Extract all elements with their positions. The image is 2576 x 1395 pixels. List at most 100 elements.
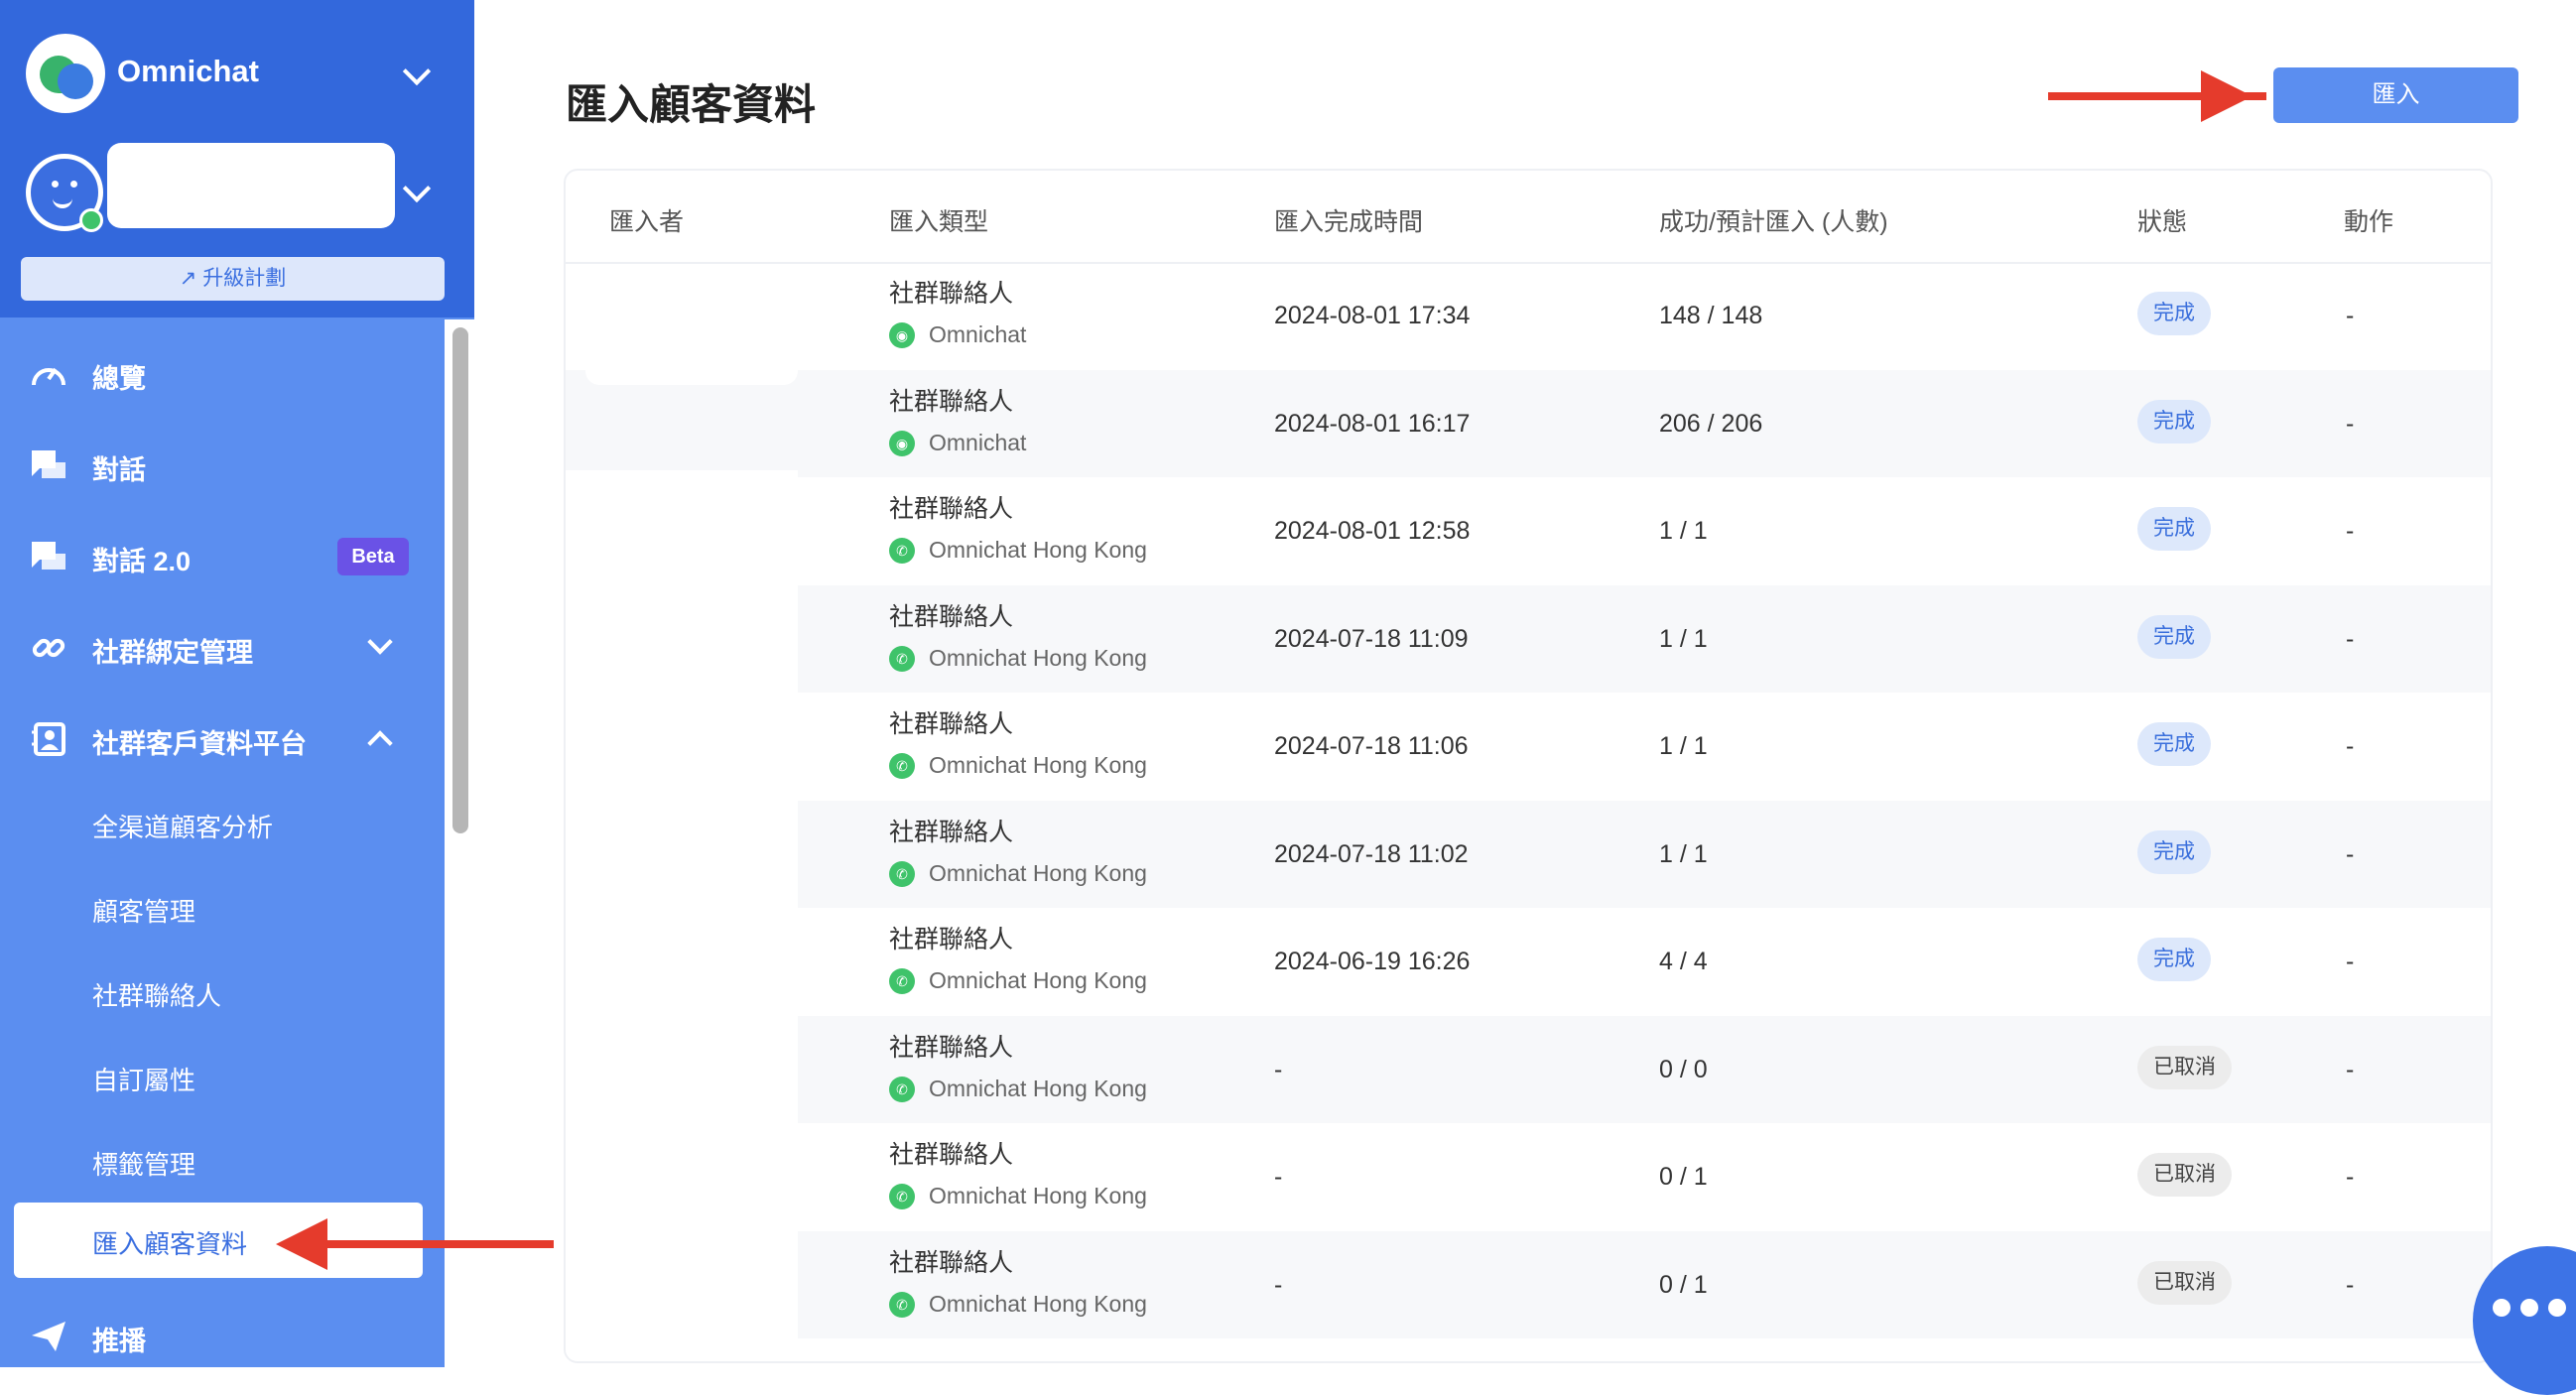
table-header: 匯入者 匯入類型 匯入完成時間 成功/預計匯入 (人數) 狀態 動作 <box>566 171 2491 264</box>
import-count: 0 / 1 <box>1659 1270 1708 1299</box>
sidebar-subitem-label: 顧客管理 <box>92 897 196 927</box>
channel-name: ◉ Omnichat <box>889 430 1026 456</box>
import-type: 社群聯絡人 <box>889 495 1014 523</box>
sidebar-item-chat-2[interactable]: 對話 2.0 Beta <box>0 522 445 591</box>
omnichat-logo <box>26 34 105 113</box>
completion-time: 2024-08-01 17:34 <box>1274 302 1471 329</box>
action-cell: - <box>2346 948 2355 975</box>
table-row: 社群聯絡人 ✆ Omnichat Hong Kong 2024-07-18 11:02… <box>566 800 2491 908</box>
import-type: 社群聯絡人 <box>889 926 1014 953</box>
importer-redacted <box>585 276 798 385</box>
action-cell: - <box>2346 302 2355 329</box>
sidebar-subitem-tag-management[interactable]: 標籤管理 <box>0 1131 445 1191</box>
sidebar-item-label: 推播 <box>92 1327 146 1356</box>
action-cell: - <box>2346 839 2355 868</box>
sidebar-item-broadcast[interactable]: 推播 <box>0 1302 445 1367</box>
completion-time: 2024-08-01 12:58 <box>1274 517 1471 545</box>
line-icon: ◉ <box>889 322 915 348</box>
table-row: 社群聯絡人 ✆ Omnichat Hong Kong - 0 / 0 已取消 - <box>566 1015 2491 1123</box>
import-count: 0 / 1 <box>1659 1163 1708 1191</box>
action-cell: - <box>2346 1055 2355 1083</box>
importer-column-redacted <box>566 470 798 1361</box>
column-header-status: 狀態 <box>2137 208 2188 236</box>
sidebar-subitem-label: 標籤管理 <box>92 1150 196 1180</box>
sidebar-item-social-cdp[interactable]: 社群客戶資料平台 <box>0 704 445 774</box>
import-type: 社群聯絡人 <box>889 1141 1014 1169</box>
import-type: 社群聯絡人 <box>889 387 1014 416</box>
sidebar-item-label: 社群客戶資料平台 <box>92 729 307 759</box>
sidebar-subitem-custom-attributes[interactable]: 自訂屬性 <box>0 1047 445 1106</box>
brand-name[interactable]: Omnichat <box>117 54 259 89</box>
chat-icon <box>30 448 67 482</box>
sidebar-item-label: 對話 <box>92 455 146 485</box>
completion-time: 2024-08-01 16:17 <box>1274 409 1471 438</box>
sidebar-scrollbar[interactable] <box>452 327 468 833</box>
sidebar: Omnichat ↗ 升級計劃 總覽 對話 對話 2.0 Beta 社群綁定管理… <box>0 0 474 1367</box>
sidebar-subitem-omnichannel-analysis[interactable]: 全渠道顧客分析 <box>0 794 445 853</box>
sidebar-item-chat[interactable]: 對話 <box>0 431 445 500</box>
completion-time: 2024-06-19 16:26 <box>1274 948 1471 975</box>
action-cell: - <box>2346 624 2355 653</box>
completion-time: - <box>1274 1163 1283 1191</box>
annotation-arrow <box>327 1240 554 1248</box>
channel-name: ✆ Omnichat Hong Kong <box>889 645 1147 672</box>
status-badge: 完成 <box>2137 614 2211 659</box>
whatsapp-icon: ✆ <box>889 968 915 994</box>
sidebar-item-overview[interactable]: 總覽 <box>0 339 445 409</box>
import-count: 148 / 148 <box>1659 302 1763 329</box>
chevron-down-icon[interactable] <box>402 57 432 86</box>
online-status-icon <box>79 208 103 232</box>
channel-label: Omnichat <box>929 321 1027 347</box>
page-title: 匯入顧客資料 <box>566 81 817 128</box>
annotation-arrow-head <box>2201 70 2253 122</box>
sidebar-subitem-label: 匯入顧客資料 <box>92 1229 248 1259</box>
channel-label: Omnichat Hong Kong <box>929 1183 1147 1208</box>
whatsapp-icon: ✆ <box>889 1184 915 1209</box>
channel-name: ✆ Omnichat Hong Kong <box>889 860 1147 887</box>
sidebar-header: Omnichat ↗ 升級計劃 <box>0 0 474 317</box>
send-icon <box>30 1320 67 1353</box>
line-icon: ◉ <box>889 430 915 456</box>
status-badge: 完成 <box>2137 399 2211 444</box>
import-type: 社群聯絡人 <box>889 1248 1014 1277</box>
channel-label: Omnichat Hong Kong <box>929 967 1147 993</box>
import-button[interactable]: 匯入 <box>2273 67 2518 123</box>
annotation-arrow-head <box>276 1218 327 1270</box>
sidebar-item-social-binding[interactable]: 社群綁定管理 <box>0 613 445 683</box>
chevron-down-icon[interactable] <box>402 174 432 203</box>
channel-label: Omnichat Hong Kong <box>929 752 1147 778</box>
whatsapp-icon: ✆ <box>889 645 915 672</box>
whatsapp-icon: ✆ <box>889 1291 915 1318</box>
table-row: 社群聯絡人 ◉ Omnichat 2024-08-01 17:34 148 / 148 完… <box>566 262 2491 369</box>
import-type: 社群聯絡人 <box>889 1033 1014 1062</box>
channel-label: Omnichat Hong Kong <box>929 1075 1147 1101</box>
whatsapp-icon: ✆ <box>889 860 915 887</box>
table-row: 社群聯絡人 ◉ Omnichat 2024-08-01 16:17 206 / 206 完… <box>566 369 2491 477</box>
status-badge: 完成 <box>2137 938 2211 981</box>
chevron-down-icon[interactable] <box>367 629 393 655</box>
sidebar-item-label: 總覽 <box>92 364 146 394</box>
import-count: 1 / 1 <box>1659 732 1708 760</box>
import-count: 1 / 1 <box>1659 517 1708 545</box>
channel-label: Omnichat Hong Kong <box>929 859 1147 886</box>
channel-name: ✆ Omnichat Hong Kong <box>889 1076 1147 1102</box>
import-history-table: 匯入者 匯入類型 匯入完成時間 成功/預計匯入 (人數) 狀態 動作 社群聯絡人… <box>564 169 2493 1363</box>
sidebar-subitem-label: 自訂屬性 <box>92 1066 196 1095</box>
sidebar-item-label: 社群綁定管理 <box>92 638 253 668</box>
chat-icon <box>30 540 67 573</box>
chevron-up-icon[interactable] <box>367 730 393 756</box>
dashboard-icon <box>30 357 67 391</box>
sidebar-subitem-social-contacts[interactable]: 社群聯絡人 <box>0 962 445 1022</box>
status-badge: 完成 <box>2137 507 2211 551</box>
whatsapp-icon: ✆ <box>889 1076 915 1102</box>
upgrade-plan-button[interactable]: ↗ 升級計劃 <box>21 257 445 301</box>
sidebar-subitem-customer-management[interactable]: 顧客管理 <box>0 878 445 938</box>
whatsapp-icon: ✆ <box>889 538 915 564</box>
table-row: 社群聯絡人 ✆ Omnichat Hong Kong 2024-07-18 11:09… <box>566 584 2491 693</box>
completion-time: 2024-07-18 11:06 <box>1274 732 1469 760</box>
status-badge: 已取消 <box>2137 1153 2232 1197</box>
import-count: 1 / 1 <box>1659 624 1708 653</box>
status-badge: 已取消 <box>2137 1045 2232 1089</box>
sidebar-item-label: 對話 2.0 <box>92 547 192 576</box>
whatsapp-icon: ✆ <box>889 753 915 779</box>
